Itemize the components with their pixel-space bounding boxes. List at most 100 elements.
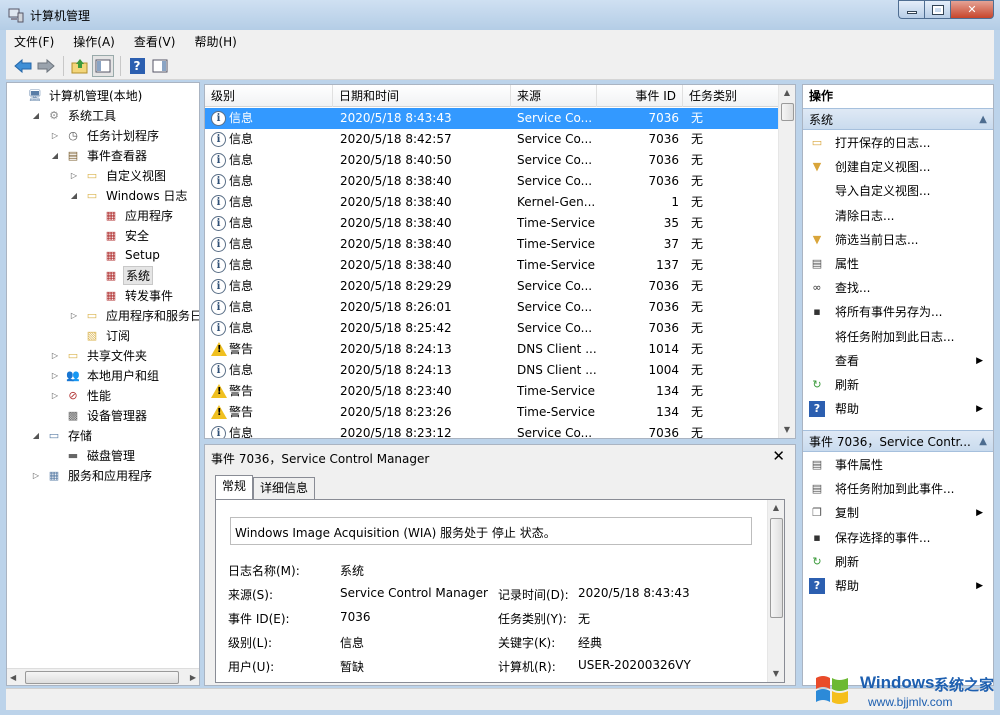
event-row[interactable]: i 信息 2020/5/18 8:43:43 Service Co... 7036 无 <box>205 108 779 129</box>
scrollbar-thumb[interactable] <box>781 103 794 121</box>
detail-scrollbar-thumb[interactable] <box>770 518 783 618</box>
collapse-icon[interactable]: ◢ <box>30 111 42 120</box>
menu-file[interactable]: 文件(F) <box>14 33 54 50</box>
action-item[interactable]: ▼ 创建自定义视图... <box>803 155 993 179</box>
scroll-down-icon[interactable]: ▼ <box>779 422 795 438</box>
tree-item[interactable]: ▷ ⊘ 性能 <box>49 385 113 405</box>
tree-item[interactable]: ▦ 应用程序 <box>87 205 175 225</box>
action-item[interactable]: 导入自定义视图... <box>803 179 993 203</box>
action-item[interactable]: ? 帮助 ▶ <box>803 574 993 598</box>
tree-item[interactable]: ▦ 安全 <box>87 225 151 245</box>
event-row[interactable]: i 信息 2020/5/18 8:24:13 DNS Client ... 1004 无 <box>205 360 779 381</box>
action-item[interactable]: ▼ 筛选当前日志... <box>803 228 993 252</box>
tree-item[interactable]: ▬ 磁盘管理 <box>49 445 137 465</box>
event-row[interactable]: i 信息 2020/5/18 8:40:50 Service Co... 7036 无 <box>205 150 779 171</box>
menu-action[interactable]: 操作(A) <box>73 33 115 50</box>
action-item[interactable]: ❐ 复制 ▶ <box>803 501 993 525</box>
tree-item[interactable]: ▷ ▭ 共享文件夹 <box>49 345 149 365</box>
collapse-icon[interactable]: ◢ <box>49 151 61 160</box>
column-source[interactable]: 来源 <box>511 85 597 107</box>
expand-icon[interactable]: ▷ <box>49 371 61 380</box>
event-row[interactable]: i 信息 2020/5/18 8:26:01 Service Co... 7036 无 <box>205 297 779 318</box>
action-item[interactable]: ▤ 事件属性 <box>803 453 993 477</box>
tree-item[interactable]: ▷ ▭ 应用程序和服务日志 <box>68 305 199 325</box>
column-datetime[interactable]: 日期和时间 <box>333 85 511 107</box>
scroll-left-icon[interactable]: ◀ <box>10 673 16 682</box>
tree-item[interactable]: ▩ 设备管理器 <box>49 405 149 425</box>
detail-scrollbar[interactable]: ▲ ▼ <box>767 500 784 682</box>
tree-horizontal-scrollbar[interactable]: ◀ ▶ <box>7 668 199 685</box>
column-level[interactable]: 级别 <box>205 85 333 107</box>
close-detail-icon[interactable]: ✕ <box>772 447 785 465</box>
help-button[interactable]: ? <box>126 55 148 77</box>
action-item[interactable]: ▭ 打开保存的日志... <box>803 131 993 155</box>
tree-item[interactable]: ▦ Setup <box>87 245 162 265</box>
detail-scroll-up-icon[interactable]: ▲ <box>768 500 784 516</box>
show-hide-tree-button[interactable] <box>92 54 114 77</box>
tree-item[interactable]: ▧ 订阅 <box>68 325 132 345</box>
tree-item[interactable]: ▷ ▦ 服务和应用程序 <box>30 465 154 485</box>
show-hide-action-pane-button[interactable] <box>149 55 171 77</box>
expand-icon[interactable]: ▷ <box>68 311 80 320</box>
action-item[interactable]: ↻ 刷新 <box>803 550 993 574</box>
scrollbar-thumb[interactable] <box>25 671 179 684</box>
back-button[interactable] <box>12 55 34 77</box>
event-row[interactable]: ! 警告 2020/5/18 8:23:40 Time-Service 134 无 <box>205 381 779 402</box>
tree-item[interactable]: ◢ ⚙ 系统工具 <box>30 105 118 125</box>
event-row[interactable]: i 信息 2020/5/18 8:38:40 Time-Service 35 无 <box>205 213 779 234</box>
expand-icon[interactable]: ▷ <box>49 351 61 360</box>
event-row[interactable]: i 信息 2020/5/18 8:29:29 Service Co... 7036 无 <box>205 276 779 297</box>
action-item[interactable]: 查看 ▶ <box>803 349 993 373</box>
menu-view[interactable]: 查看(V) <box>134 33 176 50</box>
up-level-button[interactable] <box>69 55 91 77</box>
actions-section-event[interactable]: 事件 7036，Service Contr... ▲ <box>803 430 993 452</box>
tab-details[interactable]: 详细信息 <box>253 477 316 499</box>
action-item[interactable]: ▪ 将所有事件另存为... <box>803 300 993 324</box>
action-item[interactable]: ? 帮助 ▶ <box>803 397 993 421</box>
event-row[interactable]: i 信息 2020/5/18 8:25:42 Service Co... 7036 无 <box>205 318 779 339</box>
expand-icon[interactable]: ▷ <box>49 131 61 140</box>
column-event-id[interactable]: 事件 ID <box>597 85 683 107</box>
event-row[interactable]: i 信息 2020/5/18 8:38:40 Kernel-Gen... 1 无 <box>205 192 779 213</box>
detail-scroll-down-icon[interactable]: ▼ <box>768 666 784 682</box>
tree-item[interactable]: ▦ 系统 <box>87 265 154 285</box>
tree-item[interactable]: ◢ ▭ 存储 <box>30 425 94 445</box>
tab-general[interactable]: 常规 <box>215 475 254 499</box>
action-item[interactable]: 将任务附加到此日志... <box>803 325 993 349</box>
event-row[interactable]: i 信息 2020/5/18 8:42:57 Service Co... 7036 无 <box>205 129 779 150</box>
menu-help[interactable]: 帮助(H) <box>194 33 236 50</box>
column-task-category[interactable]: 任务类别 <box>683 85 779 107</box>
collapse-icon[interactable]: ▲ <box>979 431 987 451</box>
scroll-right-icon[interactable]: ▶ <box>190 673 196 682</box>
collapse-icon[interactable]: ◢ <box>68 191 80 200</box>
tree-item[interactable]: ▷ 👥 本地用户和组 <box>49 365 161 385</box>
action-item[interactable]: 清除日志... <box>803 204 993 228</box>
tree-item[interactable]: ▦ 转发事件 <box>87 285 175 305</box>
tree-item[interactable]: ◢ ▭ Windows 日志 <box>68 185 189 205</box>
tree-item[interactable]: 🖥 计算机管理(本地) <box>11 85 144 105</box>
event-row[interactable]: i 信息 2020/5/18 8:23:12 Service Co... 7036 无 <box>205 423 779 438</box>
action-item[interactable]: ▤ 属性 <box>803 252 993 276</box>
event-row[interactable]: ! 警告 2020/5/18 8:24:13 DNS Client ... 1014 无 <box>205 339 779 360</box>
collapse-icon[interactable]: ▲ <box>979 109 987 129</box>
expand-icon[interactable]: ▷ <box>68 171 80 180</box>
forward-button[interactable] <box>35 55 57 77</box>
minimize-button[interactable] <box>898 0 924 19</box>
action-item[interactable]: ↻ 刷新 <box>803 373 993 397</box>
event-list-scrollbar[interactable]: ▲ ▼ <box>778 85 795 438</box>
event-row[interactable]: i 信息 2020/5/18 8:38:40 Time-Service 137 无 <box>205 255 779 276</box>
action-item[interactable]: ∞ 查找... <box>803 276 993 300</box>
tree-item[interactable]: ◢ ▤ 事件查看器 <box>49 145 149 165</box>
event-row[interactable]: i 信息 2020/5/18 8:38:40 Service Co... 7036 无 <box>205 171 779 192</box>
event-row[interactable]: i 信息 2020/5/18 8:38:40 Time-Service 37 无 <box>205 234 779 255</box>
collapse-icon[interactable]: ◢ <box>30 431 42 440</box>
expand-icon[interactable]: ▷ <box>30 471 42 480</box>
action-item[interactable]: ▪ 保存选择的事件... <box>803 526 993 550</box>
action-item[interactable]: ▤ 将任务附加到此事件... <box>803 477 993 501</box>
close-button[interactable]: ✕ <box>950 0 994 19</box>
tree-item[interactable]: ▷ ◷ 任务计划程序 <box>49 125 161 145</box>
expand-icon[interactable]: ▷ <box>49 391 61 400</box>
maximize-button[interactable] <box>924 0 950 19</box>
scroll-up-icon[interactable]: ▲ <box>779 85 795 101</box>
event-row[interactable]: ! 警告 2020/5/18 8:23:26 Time-Service 134 无 <box>205 402 779 423</box>
